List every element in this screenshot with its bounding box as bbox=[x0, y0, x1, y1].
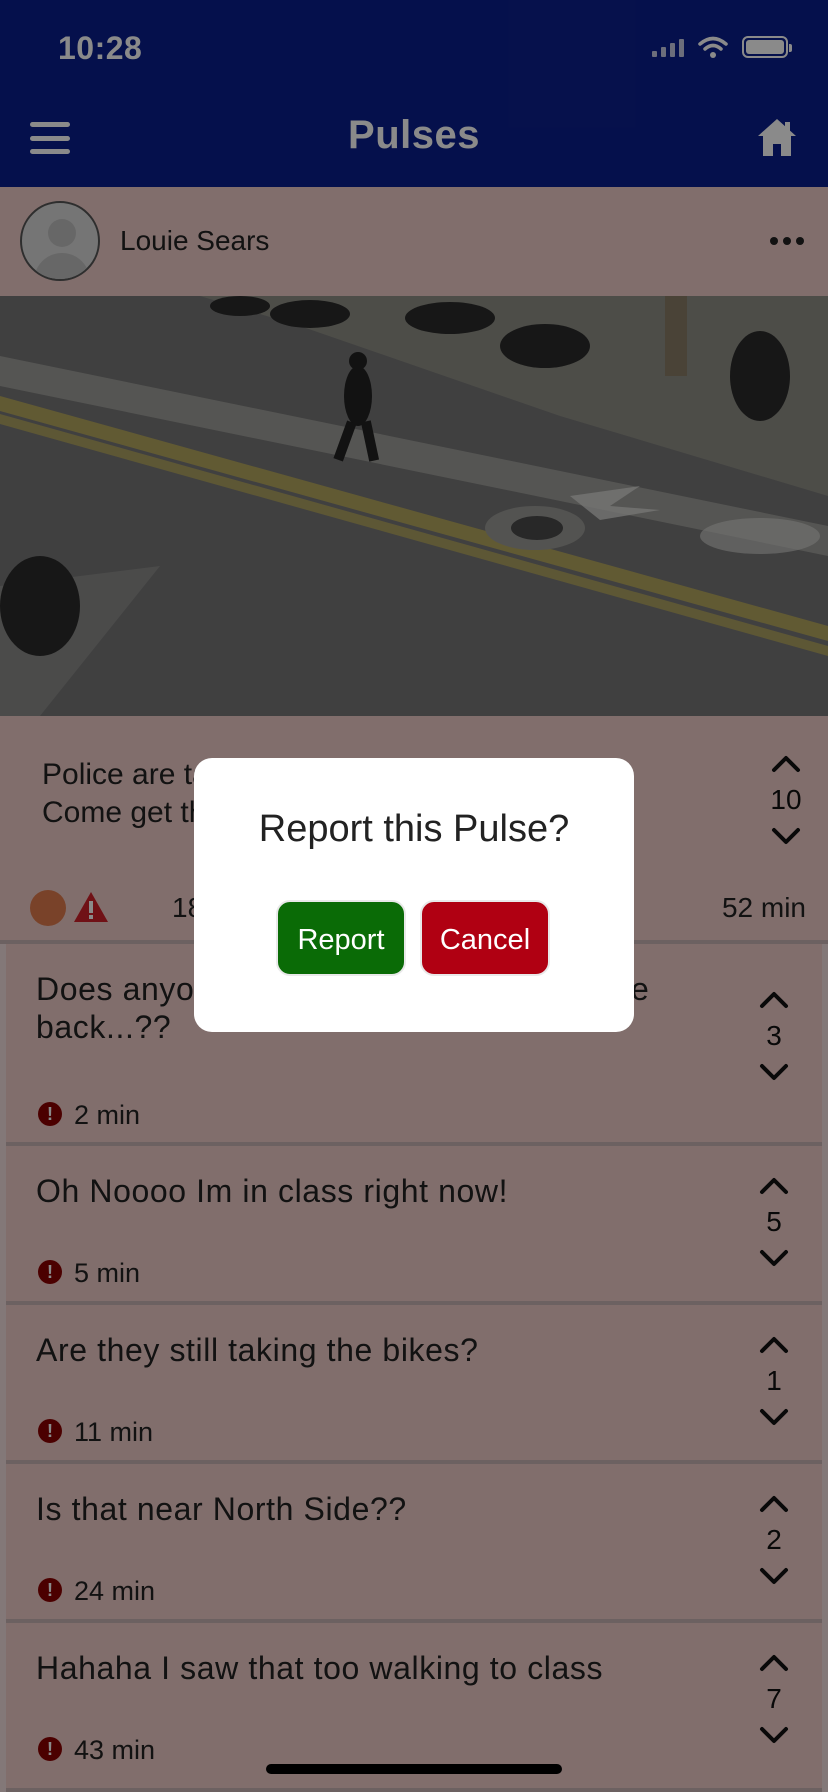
dialog-title: Report this Pulse? bbox=[258, 808, 570, 850]
cancel-button[interactable]: Cancel bbox=[420, 900, 550, 976]
report-button[interactable]: Report bbox=[276, 900, 406, 976]
report-dialog: Report this Pulse? Report Cancel bbox=[194, 758, 634, 1032]
home-indicator[interactable] bbox=[266, 1764, 562, 1774]
